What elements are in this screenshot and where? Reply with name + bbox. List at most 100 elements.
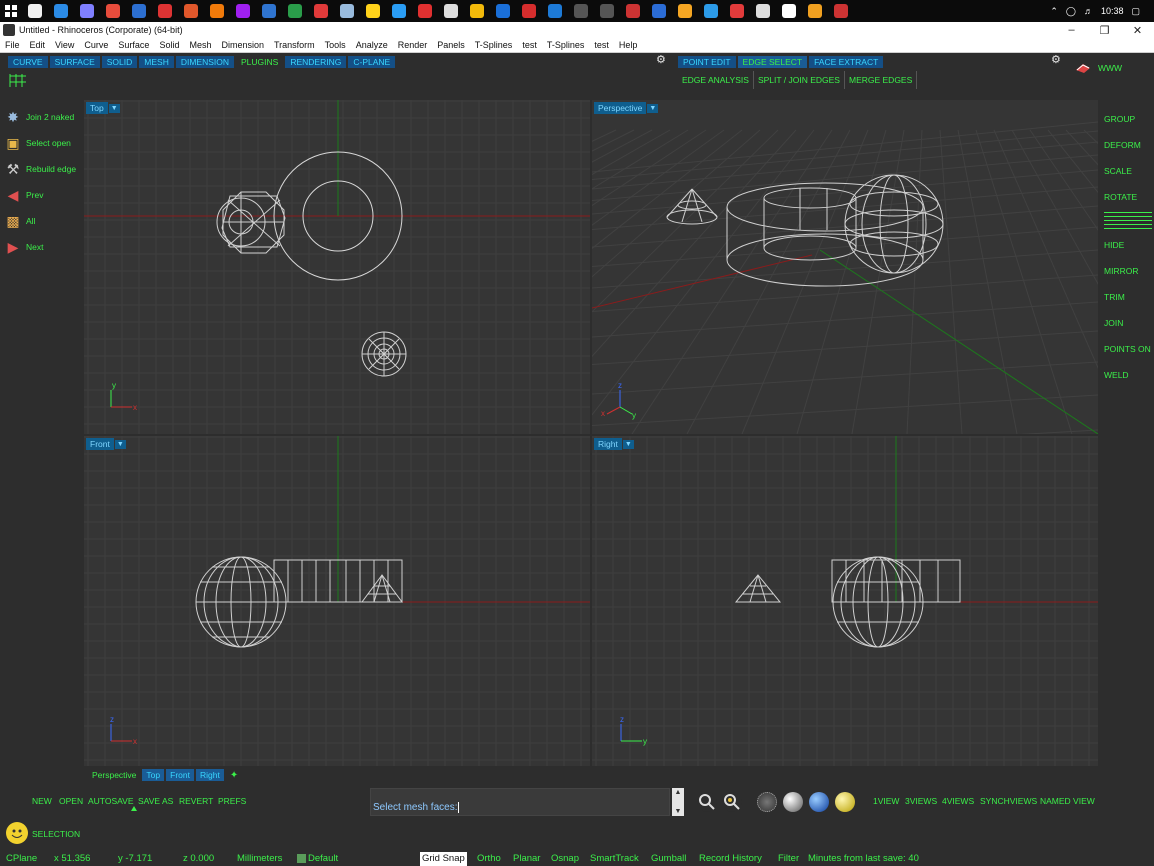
left-tool-prev[interactable]: ◀ Prev (4, 186, 44, 204)
photoshop-taskbar-icon[interactable] (230, 0, 256, 22)
app-19-taskbar-icon[interactable] (516, 0, 542, 22)
right-tool-deform[interactable]: DEFORM (1104, 140, 1141, 150)
app-13-taskbar-icon[interactable] (360, 0, 386, 22)
menu-panels[interactable]: Panels (432, 40, 470, 50)
viewport-tab-right[interactable]: Right (195, 769, 224, 781)
command-scrollbar[interactable]: ▲ ▼ (672, 788, 684, 816)
wifi-icon[interactable]: ◯ (1066, 6, 1076, 17)
viewport-perspective[interactable]: z x y Perspective ▼ (592, 100, 1098, 434)
tab-c-plane[interactable]: C-PLANE (348, 56, 396, 68)
ghosted-display-icon[interactable] (835, 792, 855, 812)
record-history-toggle[interactable]: Record History (699, 852, 762, 866)
file-button-save-as[interactable]: SAVE AS (138, 796, 173, 806)
gumball-toggle[interactable]: Gumball (651, 852, 686, 866)
app-12-taskbar-icon[interactable] (334, 0, 360, 22)
left-tool-select-open[interactable]: ▣ Select open (4, 134, 71, 152)
selection-button[interactable]: SELECTION (32, 829, 80, 839)
viewport-label-top[interactable]: Top ▼ (86, 102, 120, 114)
app-24-taskbar-icon[interactable] (646, 0, 672, 22)
layer-status[interactable]: Default (297, 852, 338, 866)
tab-mesh[interactable]: MESH (139, 56, 174, 68)
settings-gear-icon[interactable]: ⚙ (656, 55, 667, 66)
right-tool-join[interactable]: JOIN (1104, 318, 1123, 328)
menu-analyze[interactable]: Analyze (351, 40, 393, 50)
app-21-taskbar-icon[interactable] (568, 0, 594, 22)
right-tool-scale[interactable]: SCALE (1104, 166, 1132, 176)
command-prompt[interactable]: Select mesh faces: (373, 802, 460, 813)
menu-surface[interactable]: Surface (113, 40, 154, 50)
left-tool-next[interactable]: ▶ Next (4, 238, 44, 256)
zoom-extents-icon[interactable] (722, 792, 742, 812)
file-button-new[interactable]: NEW (32, 796, 52, 806)
viewport-name[interactable]: Front (86, 438, 114, 450)
units-status[interactable]: Millimeters (237, 852, 282, 866)
button-edge-analysis[interactable]: EDGE ANALYSIS (678, 71, 754, 89)
tab-point-edit[interactable]: POINT EDIT (678, 56, 736, 68)
file-explorer-taskbar-icon[interactable] (48, 0, 74, 22)
viewport-name[interactable]: Right (594, 438, 622, 450)
osnap-toggle[interactable]: Osnap (551, 852, 579, 866)
settings-gear-icon-right[interactable]: ⚙ (1051, 55, 1062, 66)
menu-tools[interactable]: Tools (320, 40, 351, 50)
edge-taskbar-icon[interactable] (100, 0, 126, 22)
right-tool-hide[interactable]: HIDE (1104, 240, 1124, 250)
app-17-taskbar-icon[interactable] (464, 0, 490, 22)
right-tool-group[interactable]: GROUP (1104, 114, 1135, 124)
shaded-display-icon[interactable] (783, 792, 803, 812)
search-taskbar-icon[interactable] (22, 0, 48, 22)
right-tool-points-on[interactable]: POINTS ON (1104, 344, 1151, 354)
add-viewport-tab-icon[interactable]: ✦ (230, 770, 238, 781)
viewport-label-front[interactable]: Front ▼ (86, 438, 126, 450)
ortho-toggle[interactable]: Ortho (477, 852, 501, 866)
left-tool-all[interactable]: ▩ All (4, 212, 35, 230)
menu-help[interactable]: Help (614, 40, 643, 50)
left-tool-rebuild-edge[interactable]: ⚒ Rebuild edge (4, 160, 76, 178)
viewport-right[interactable]: z y Right ▼ (592, 436, 1098, 766)
tab-plugins[interactable]: PLUGINS (236, 56, 283, 68)
app-31-taskbar-icon[interactable] (828, 0, 854, 22)
wireframe-display-icon[interactable] (757, 792, 777, 812)
app-27-taskbar-icon[interactable] (724, 0, 750, 22)
filter-toggle[interactable]: Filter (778, 852, 799, 866)
viewport-label-perspective[interactable]: Perspective ▼ (594, 102, 659, 114)
opera-taskbar-icon[interactable] (126, 0, 152, 22)
tab-dimension[interactable]: DIMENSION (175, 56, 235, 68)
app-22-taskbar-icon[interactable] (594, 0, 620, 22)
zoom-icon[interactable] (697, 792, 717, 812)
chevron-up-icon[interactable]: ⌃ (1050, 6, 1058, 17)
right-tool-mirror[interactable]: MIRROR (1104, 266, 1138, 276)
viewport-menu-arrow-icon[interactable]: ▼ (647, 103, 659, 113)
menu-solid[interactable]: Solid (154, 40, 184, 50)
menu-t-splines[interactable]: T-Splines (542, 40, 590, 50)
command-line[interactable]: Select mesh faces: (370, 788, 670, 816)
viewport-menu-arrow-icon[interactable]: ▼ (622, 439, 634, 449)
viewport-tab-perspective[interactable]: Perspective (88, 769, 140, 781)
www-link[interactable]: WWW (1098, 63, 1122, 73)
windows-start-icon[interactable] (0, 0, 22, 22)
left-tool-join-2-naked[interactable]: ✸ Join 2 naked (4, 108, 74, 126)
viewport-label-right[interactable]: Right ▼ (594, 438, 634, 450)
view-button-named-view[interactable]: NAMED VIEW (1040, 796, 1095, 806)
clock[interactable]: 10:38 (1101, 6, 1124, 16)
viewport-tab-top[interactable]: Top (142, 769, 165, 781)
right-tool-rotate[interactable]: ROTATE (1104, 192, 1137, 202)
viewport-tab-front[interactable]: Front (166, 769, 194, 781)
view-button-1view[interactable]: 1VIEW (873, 796, 899, 806)
tab-rendering[interactable]: RENDERING (285, 56, 347, 68)
viewport-top[interactable]: y x Top ▼ (84, 100, 590, 434)
app-18-taskbar-icon[interactable] (490, 0, 516, 22)
right-tool-weld[interactable]: WELD (1104, 370, 1129, 380)
audition-taskbar-icon[interactable] (256, 0, 282, 22)
app-20-taskbar-icon[interactable] (542, 0, 568, 22)
menu-view[interactable]: View (50, 40, 79, 50)
volume-icon[interactable]: ♬ (1084, 6, 1093, 16)
tab-surface[interactable]: SURFACE (49, 56, 100, 68)
menu-render[interactable]: Render (393, 40, 433, 50)
app-30-taskbar-icon[interactable] (802, 0, 828, 22)
tab-edge-select[interactable]: EDGE SELECT (737, 56, 808, 68)
right-tool-trim[interactable]: TRIM (1104, 292, 1125, 302)
close-button[interactable]: ✕ (1121, 22, 1154, 38)
grid-snap-toggle[interactable]: Grid Snap (420, 852, 467, 866)
view-button-4views[interactable]: 4VIEWS (942, 796, 974, 806)
menu-transform[interactable]: Transform (269, 40, 320, 50)
